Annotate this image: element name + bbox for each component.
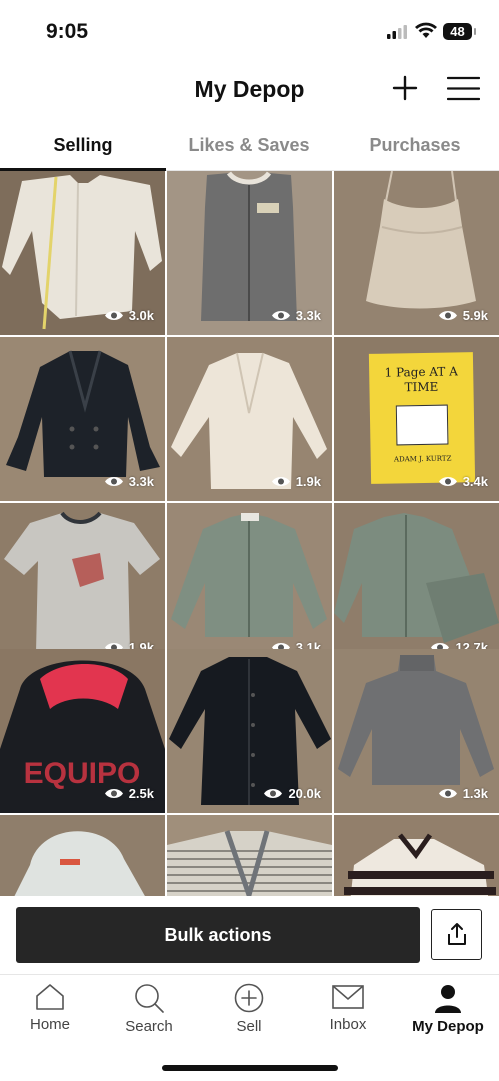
eye-icon bbox=[104, 311, 123, 320]
signal-icon bbox=[387, 25, 407, 39]
listing-tile[interactable]: 3.0k bbox=[0, 171, 165, 335]
nav-label: Sell bbox=[236, 1018, 262, 1035]
listing-tile[interactable]: 3.3k bbox=[167, 171, 332, 335]
eye-icon bbox=[438, 311, 457, 320]
tab-purchases[interactable]: Purchases bbox=[332, 135, 498, 156]
eye-icon bbox=[104, 789, 123, 798]
eye-icon bbox=[264, 789, 283, 798]
plus-circle-icon bbox=[234, 983, 264, 1013]
nav-label: My Depop bbox=[412, 1018, 484, 1035]
search-icon bbox=[135, 984, 164, 1013]
view-count: 3.3k bbox=[104, 474, 154, 489]
top-bar: My Depop bbox=[0, 68, 499, 114]
eye-icon bbox=[271, 311, 290, 320]
status-time: 9:05 bbox=[46, 20, 89, 43]
view-count: 2.5k bbox=[104, 786, 154, 801]
tab-selling[interactable]: Selling bbox=[0, 135, 166, 156]
book-illustration bbox=[395, 404, 449, 446]
view-count: 20.0k bbox=[263, 786, 321, 801]
bulk-actions-button[interactable]: Bulk actions bbox=[16, 907, 420, 963]
book-cover: 1 Page AT A TIME ADAM J. KURTZ bbox=[368, 352, 476, 484]
nav-sell[interactable]: Sell bbox=[199, 983, 299, 1035]
share-icon bbox=[448, 923, 466, 945]
listing-tile[interactable] bbox=[334, 815, 499, 896]
listing-tile[interactable]: 1.3k bbox=[334, 649, 499, 813]
home-icon bbox=[36, 984, 64, 1010]
wifi-icon bbox=[415, 22, 437, 38]
nav-my-depop[interactable]: My Depop bbox=[398, 983, 498, 1035]
listing-tile[interactable] bbox=[167, 815, 332, 896]
nav-label: Search bbox=[125, 1018, 173, 1035]
book-title: 1 Page AT A TIME bbox=[384, 364, 458, 395]
listing-tile[interactable]: 12.7k bbox=[334, 503, 499, 667]
add-listing-icon[interactable] bbox=[392, 75, 418, 101]
view-count: 3.3k bbox=[271, 308, 321, 323]
striped-cardigan-image bbox=[167, 830, 332, 896]
view-count: 3.0k bbox=[104, 308, 154, 323]
battery-icon: 48 bbox=[443, 23, 476, 40]
profile-tabs: Selling Likes & Saves Purchases bbox=[0, 130, 499, 171]
listing-tile[interactable]: 3.3k bbox=[0, 337, 165, 501]
menu-icon[interactable] bbox=[447, 76, 480, 101]
view-count: 1.9k bbox=[271, 474, 321, 489]
page-title: My Depop bbox=[194, 76, 305, 102]
listing-tile[interactable]: 20.0k bbox=[167, 649, 332, 813]
eye-icon bbox=[104, 477, 123, 486]
tab-likes-saves[interactable]: Likes & Saves bbox=[166, 135, 332, 156]
eye-icon bbox=[438, 477, 457, 486]
listing-grid: 3.0k 3.3k 5.9k 3.3k 1.9k 1 Page AT A TIM… bbox=[0, 171, 499, 896]
striped-sweater-image bbox=[344, 833, 496, 896]
listing-tile[interactable]: 1.9k bbox=[167, 337, 332, 501]
home-indicator bbox=[162, 1065, 338, 1071]
view-count: 1.3k bbox=[438, 786, 488, 801]
nav-search[interactable]: Search bbox=[99, 983, 199, 1035]
view-count: 3.4k bbox=[438, 474, 488, 489]
nav-label: Home bbox=[29, 1016, 70, 1033]
nav-inbox[interactable]: Inbox bbox=[298, 983, 398, 1033]
listing-tile[interactable]: 1.9k bbox=[0, 503, 165, 667]
nav-home[interactable]: Home bbox=[0, 983, 100, 1033]
status-bar: 9:05 48 bbox=[0, 0, 499, 60]
listing-tile[interactable]: 5.9k bbox=[334, 171, 499, 335]
listing-tile[interactable]: EQUIPO 2.5k bbox=[0, 649, 165, 813]
listing-tile[interactable]: 1 Page AT A TIME ADAM J. KURTZ 3.4k bbox=[334, 337, 499, 501]
listing-tile[interactable] bbox=[0, 815, 165, 896]
eye-icon bbox=[438, 789, 457, 798]
bulk-actions-bar: Bulk actions bbox=[0, 896, 499, 974]
view-count: 5.9k bbox=[438, 308, 488, 323]
listing-tile[interactable]: 3.1k bbox=[167, 503, 332, 667]
book-author: ADAM J. KURTZ bbox=[393, 454, 452, 464]
nav-label: Inbox bbox=[329, 1016, 367, 1033]
share-button[interactable] bbox=[431, 909, 482, 960]
profile-icon bbox=[435, 985, 461, 1013]
zip-hoodie-image bbox=[14, 831, 145, 896]
mail-icon bbox=[332, 985, 364, 1009]
eye-icon bbox=[271, 477, 290, 486]
